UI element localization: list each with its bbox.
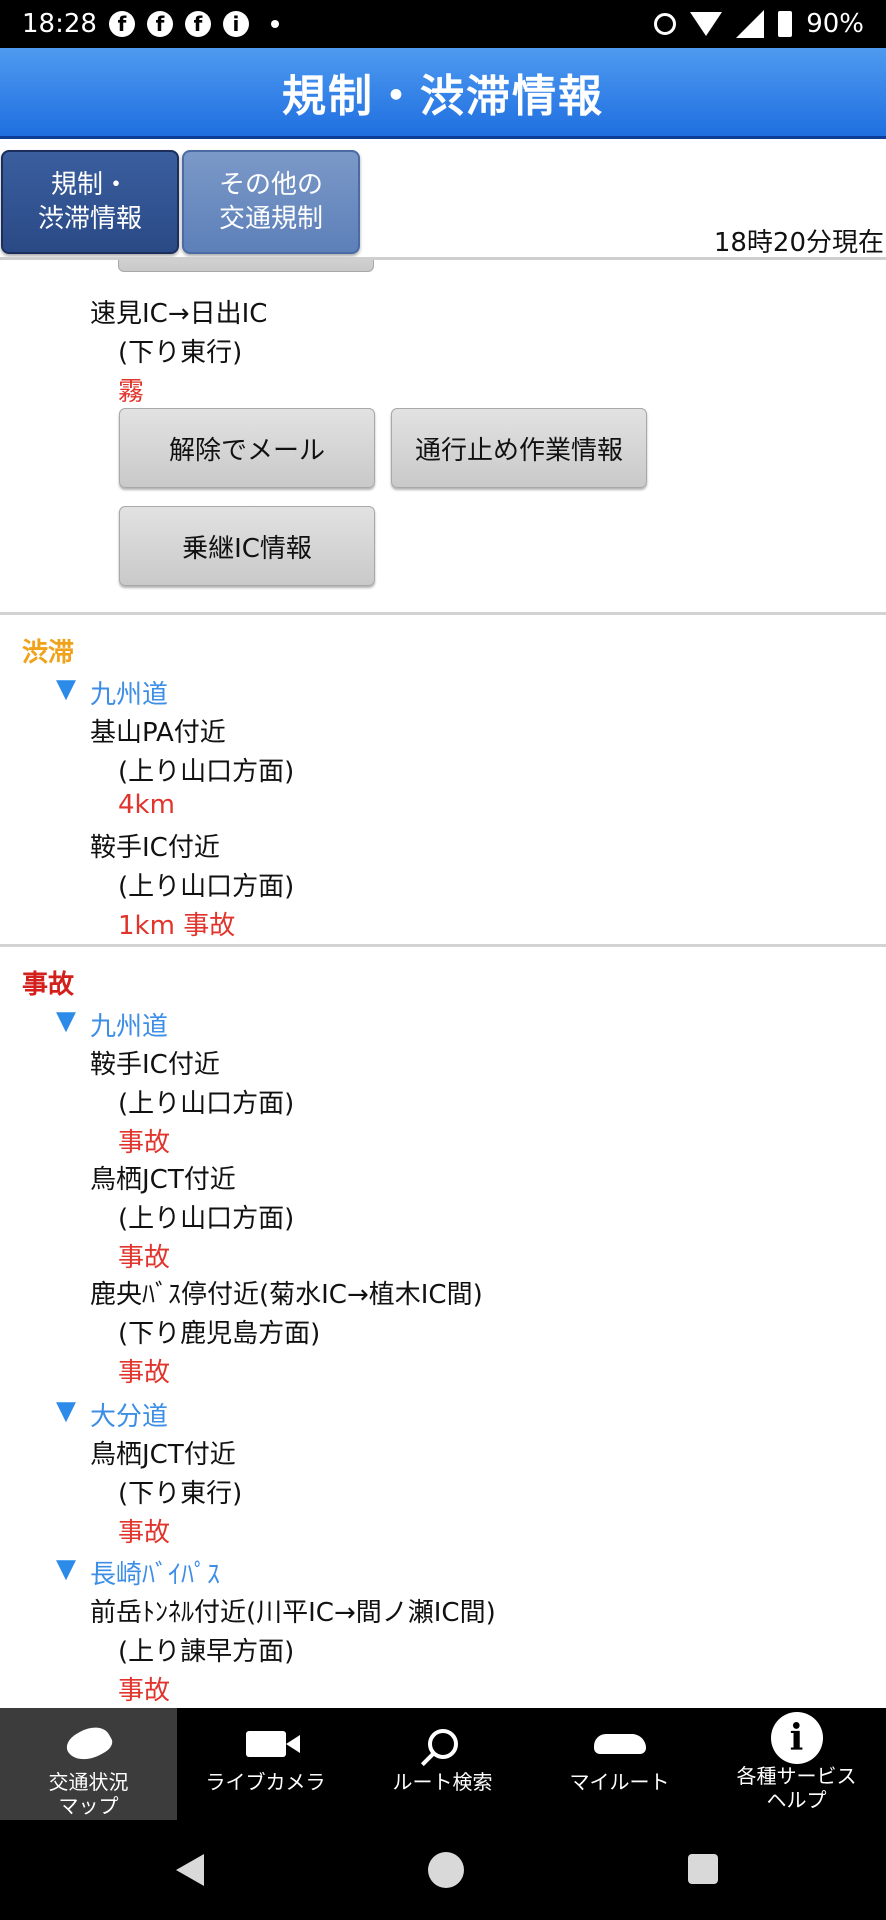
accident-location: 鳥栖JCT付近 [90,1440,236,1470]
accident-detail: 事故 [118,1676,171,1706]
nav-my-route[interactable]: マイルート [531,1708,708,1820]
accident-direction: (下り鹿児島方面) [118,1319,321,1349]
tab-bar: 規制・ 渋滞情報 その他の 交通規制 18時20分現在 [0,150,886,260]
congestion-detail: 4km [118,790,175,820]
accident-direction: (上り諌早方面) [118,1637,295,1667]
route-name[interactable]: 九州道 [90,674,168,711]
regulation-direction: (下り東行) [118,338,243,368]
japan-map-icon [61,1720,116,1768]
notification-dot-icon [270,20,279,28]
accident-detail: 事故 [118,1243,171,1273]
facebook-icon: f [184,11,211,37]
wifi-icon [690,12,723,36]
accident-detail: 事故 [118,1518,171,1548]
status-bar: 18:28 f f f i 90% [0,0,886,48]
accident-detail: 事故 [118,1358,171,1388]
mail-on-clear-button[interactable]: 解除でメール [119,408,375,488]
congestion-direction: (上り山口方面) [118,757,295,787]
nav-label: ルート検索 [392,1770,493,1794]
app-header: 規制・渋滞情報 [0,48,886,139]
congestion-location: 基山PA付近 [90,718,226,748]
nav-live-camera[interactable]: ライブカメラ [177,1708,354,1820]
info-list[interactable]: 速見IC→日出IC (下り東行) 霧 解除でメール 通行止め作業情報 乗継IC情… [0,260,886,1708]
accident-direction: (下り東行) [118,1479,243,1509]
status-time: 18:28 [22,9,97,39]
bottom-nav: 交通状況 マップ ライブカメラ ルート検索 マイルート i 各種サービス ヘルプ [0,1708,886,1820]
nav-services-help[interactable]: i 各種サービス ヘルプ [708,1708,885,1820]
closure-work-info-button[interactable]: 通行止め作業情報 [391,408,647,488]
update-timestamp: 18時20分現在 [713,228,884,258]
accident-location: 鞍手IC付近 [90,1050,220,1080]
accident-detail: 事故 [118,1128,171,1158]
tab-label: 規制・ [50,170,129,200]
nav-traffic-map[interactable]: 交通状況 マップ [0,1708,177,1820]
tab-regulation-congestion[interactable]: 規制・ 渋滞情報 [1,150,179,254]
transfer-ic-info-button[interactable]: 乗継IC情報 [119,506,375,586]
signal-icon [736,10,765,38]
video-camera-icon [245,1731,300,1757]
nav-label: 交通状況 [48,1770,129,1794]
accident-direction: (上り山口方面) [118,1204,295,1234]
accident-heading: 事故 [22,970,75,1000]
home-icon[interactable] [428,1852,464,1888]
system-nav-bar [0,1820,886,1920]
battery-percent: 90% [806,9,864,39]
accident-location: 鳥栖JCT付近 [90,1165,236,1195]
accident-location: 鹿央ﾊﾞｽ停付近(菊水IC→植木IC間) [90,1280,483,1310]
car-icon [593,1734,646,1754]
expand-triangle-icon[interactable]: ▼ [56,674,76,704]
section-divider [0,944,886,947]
route-name[interactable]: 大分道 [90,1396,168,1433]
nav-label: マイルート [569,1770,670,1794]
nav-label: 各種サービス [736,1764,857,1788]
partial-button[interactable] [118,260,374,272]
info-icon: i [222,11,249,37]
expand-triangle-icon[interactable]: ▼ [56,1006,76,1036]
facebook-icon: f [108,11,135,37]
info-icon: i [770,1712,823,1764]
facebook-icon: f [146,11,173,37]
tab-other-regulations[interactable]: その他の 交通規制 [182,150,360,254]
accident-direction: (上り山口方面) [118,1089,295,1119]
nav-label: マップ [58,1794,119,1818]
nav-route-search[interactable]: ルート検索 [354,1708,531,1820]
battery-icon [778,11,793,37]
section-divider [0,612,886,615]
page-title: 規制・渋滞情報 [282,71,604,122]
congestion-detail: 1km 事故 [118,911,236,941]
expand-triangle-icon[interactable]: ▼ [56,1396,76,1426]
expand-triangle-icon[interactable]: ▼ [56,1554,76,1584]
congestion-direction: (上り山口方面) [118,872,295,902]
tab-label: その他の [218,170,323,200]
regulation-reason: 霧 [118,377,145,407]
route-name[interactable]: 九州道 [90,1006,168,1043]
route-name[interactable]: 長崎ﾊﾞｲﾊﾟｽ [90,1554,220,1591]
alarm-icon [654,13,677,35]
tab-label: 交通規制 [218,204,323,234]
back-icon[interactable] [176,1854,204,1886]
congestion-heading: 渋滞 [22,638,75,668]
congestion-location: 鞍手IC付近 [90,833,220,863]
search-icon [427,1729,458,1759]
tab-label: 渋滞情報 [37,204,142,234]
accident-location: 前岳ﾄﾝﾈﾙ付近(川平IC→間ノ瀬IC間) [90,1598,496,1628]
regulation-location: 速見IC→日出IC [90,299,268,329]
nav-label: ライブカメラ [205,1770,326,1794]
recents-icon[interactable] [688,1854,718,1884]
nav-label: ヘルプ [766,1788,827,1812]
